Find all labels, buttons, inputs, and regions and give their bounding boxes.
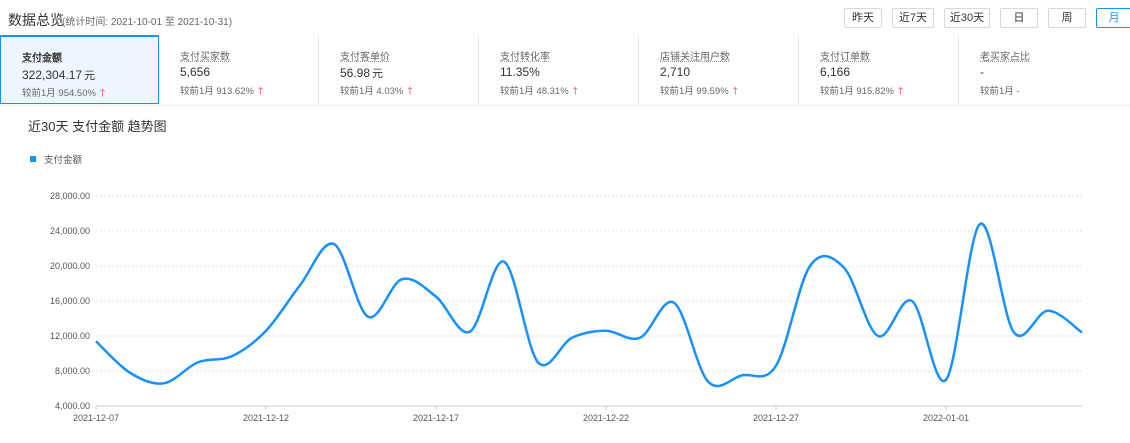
x-tick-label: 2021-12-12 <box>243 413 289 423</box>
series-line-pay-amount <box>95 222 1083 388</box>
y-tick-label: 20,000.00 <box>50 261 90 271</box>
y-tick-label: 24,000.00 <box>50 226 90 236</box>
y-tick-label: 4,000.00 <box>55 401 90 411</box>
x-tick-label: 2021-12-22 <box>583 413 629 423</box>
x-tick-label: 2021-12-07 <box>73 413 119 423</box>
x-tick-label: 2021-12-17 <box>413 413 459 423</box>
x-tick-label: 2021-12-27 <box>753 413 799 423</box>
x-tick-label: 2022-01-01 <box>923 413 969 423</box>
y-tick-label: 8,000.00 <box>55 366 90 376</box>
trend-chart: 4,000.00 8,000.00 12,000.00 16,000.00 20,000… <box>50 191 1083 423</box>
y-tick-label: 16,000.00 <box>50 296 90 306</box>
y-tick-label: 12,000.00 <box>50 331 90 341</box>
y-tick-label: 28,000.00 <box>50 191 90 201</box>
